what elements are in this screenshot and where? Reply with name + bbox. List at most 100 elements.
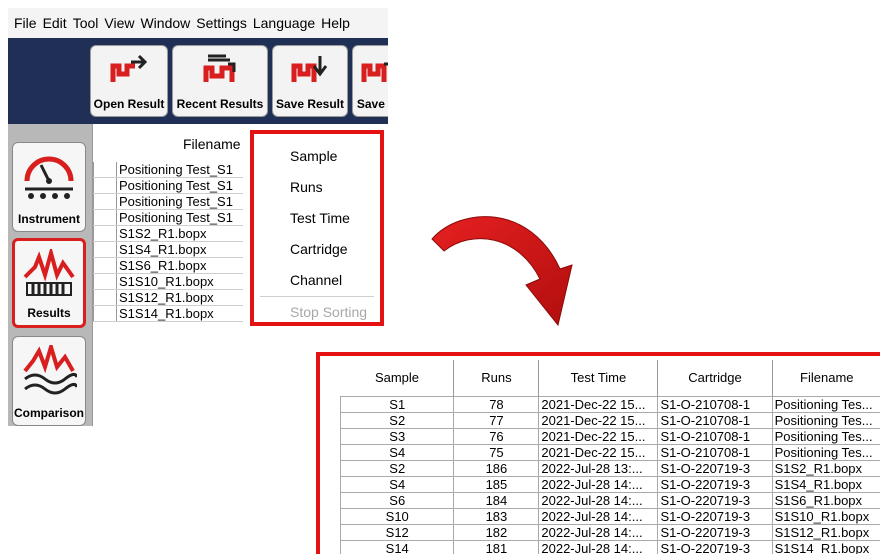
- list-item[interactable]: Positioning Test_S1: [93, 178, 243, 194]
- cell-cartridge: S1-O-220719-3: [657, 491, 773, 509]
- column-header-sample[interactable]: Sample: [340, 360, 455, 396]
- menu-tool[interactable]: Tool: [73, 15, 99, 31]
- menu-edit[interactable]: Edit: [43, 15, 67, 31]
- menu-settings[interactable]: Settings: [196, 15, 247, 31]
- cell-filename: S1S2_R1.bopx: [771, 459, 880, 477]
- sidebar-item-comparison[interactable]: Comparison: [12, 336, 86, 426]
- cell-test-time: 2022-Jul-28 14:...: [538, 475, 659, 493]
- list-item[interactable]: S1S2_R1.bopx: [93, 226, 243, 242]
- save-result-icon: [291, 56, 328, 82]
- file-name: Positioning Test_S1: [119, 194, 233, 209]
- sidebar: Instrument Results Comparison: [8, 124, 92, 426]
- cell-filename: Positioning Tes...: [771, 395, 880, 413]
- menu-item-runs[interactable]: Runs: [290, 179, 323, 195]
- list-item[interactable]: Positioning Test_S1: [93, 210, 243, 226]
- save-as-icon: [361, 62, 388, 82]
- menu-language[interactable]: Language: [253, 15, 315, 31]
- cell-test-time: 2022-Jul-28 14:...: [538, 491, 659, 509]
- list-item[interactable]: S1S10_R1.bopx: [93, 274, 243, 290]
- cell-sample: S4: [339, 475, 455, 493]
- cell-sample: S10: [339, 507, 455, 525]
- cell-runs: 185: [453, 475, 540, 493]
- list-item[interactable]: S1S4_R1.bopx: [93, 242, 243, 258]
- cell-filename: Positioning Tes...: [771, 443, 880, 461]
- instrument-gauge-icon: [24, 156, 74, 199]
- cell-cartridge: S1-O-210708-1: [657, 411, 773, 429]
- column-header-cartridge[interactable]: Cartridge: [657, 360, 773, 396]
- column-header-test-time[interactable]: Test Time: [538, 360, 659, 396]
- cell-sample: S4: [339, 443, 455, 461]
- sort-context-menu: Sample Runs Test Time Cartridge Channel …: [250, 130, 384, 326]
- file-name: S1S2_R1.bopx: [119, 226, 207, 241]
- save-as-button[interactable]: Save As: [352, 45, 388, 117]
- comparison-waves-icon: [23, 345, 77, 395]
- list-item[interactable]: S1S14_R1.bopx: [93, 306, 243, 322]
- list-item[interactable]: Positioning Test_S1: [93, 194, 243, 210]
- cell-test-time: 2021-Dec-22 15...: [538, 395, 659, 413]
- save-as-label: Save As: [356, 97, 388, 111]
- cell-cartridge: S1-O-220719-3: [657, 539, 773, 554]
- cell-runs: 186: [453, 459, 540, 477]
- sidebar-item-results[interactable]: Results: [12, 238, 86, 328]
- table-row[interactable]: S2 77 2021-Dec-22 15... S1-O-210708-1 Positi…: [339, 411, 880, 429]
- file-list: Positioning Test_S1 Positioning Test_S1 …: [93, 162, 243, 322]
- cell-sample: S1: [339, 395, 455, 413]
- file-name: S1S4_R1.bopx: [119, 242, 207, 257]
- table-row[interactable]: S3 76 2021-Dec-22 15... S1-O-210708-1 Positi…: [339, 427, 880, 445]
- file-name: S1S6_R1.bopx: [119, 258, 207, 273]
- table-row[interactable]: S6 184 2022-Jul-28 14:... S1-O-220719-3 S1S6…: [339, 491, 880, 509]
- cell-filename: S1S14_R1.bopx: [771, 539, 880, 554]
- menu-file[interactable]: File: [14, 15, 37, 31]
- menu-item-test-time[interactable]: Test Time: [290, 210, 350, 226]
- save-result-button[interactable]: Save Result: [272, 45, 348, 117]
- table-row[interactable]: S12 182 2022-Jul-28 14:... S1-O-220719-3 S1S…: [339, 523, 880, 541]
- sidebar-item-instrument[interactable]: Instrument: [12, 142, 86, 232]
- table-row[interactable]: S1 78 2021-Dec-22 15... S1-O-210708-1 Positi…: [339, 395, 880, 413]
- cell-sample: S6: [339, 491, 455, 509]
- table-row[interactable]: S4 185 2022-Jul-28 14:... S1-O-220719-3 S1S4…: [339, 475, 880, 493]
- cell-runs: 182: [453, 523, 540, 541]
- column-header-runs[interactable]: Runs: [453, 360, 540, 396]
- table-row[interactable]: S14 181 2022-Jul-28 14:... S1-O-220719-3 S1S…: [339, 539, 880, 554]
- table-row[interactable]: S4 75 2021-Dec-22 15... S1-O-210708-1 Positi…: [339, 443, 880, 461]
- menu-view[interactable]: View: [104, 15, 134, 31]
- menubar: File Edit Tool View Window Settings Lang…: [8, 8, 388, 38]
- cell-runs: 77: [453, 411, 540, 429]
- menu-item-cartridge[interactable]: Cartridge: [290, 241, 348, 257]
- file-name: S1S14_R1.bopx: [119, 306, 214, 321]
- recent-results-button[interactable]: Recent Results: [172, 45, 268, 117]
- open-result-button[interactable]: Open Result: [90, 45, 168, 117]
- column-header-filename[interactable]: Filename: [772, 360, 880, 396]
- cell-runs: 181: [453, 539, 540, 554]
- menu-separator: [260, 296, 374, 297]
- list-item[interactable]: S1S12_R1.bopx: [93, 290, 243, 306]
- menu-item-channel[interactable]: Channel: [290, 272, 342, 288]
- menu-window[interactable]: Window: [140, 15, 190, 31]
- menu-help[interactable]: Help: [321, 15, 350, 31]
- file-name: S1S10_R1.bopx: [119, 274, 214, 289]
- cell-cartridge: S1-O-220719-3: [657, 459, 773, 477]
- cell-test-time: 2022-Jul-28 14:...: [538, 507, 659, 525]
- cell-sample: S3: [339, 427, 455, 445]
- menu-item-sample[interactable]: Sample: [290, 148, 337, 164]
- list-item[interactable]: S1S6_R1.bopx: [93, 258, 243, 274]
- cell-filename: S1S6_R1.bopx: [771, 491, 880, 509]
- recent-results-label: Recent Results: [176, 97, 264, 111]
- cell-filename: S1S4_R1.bopx: [771, 475, 880, 493]
- cell-test-time: 2022-Jul-28 14:...: [538, 523, 659, 541]
- cell-sample: S2: [339, 411, 455, 429]
- cell-filename: Positioning Tes...: [771, 427, 880, 445]
- sidebar-item-results-label: Results: [27, 306, 71, 320]
- cell-runs: 78: [453, 395, 540, 413]
- sorted-results-table: Sample Runs Test Time Cartridge Filename…: [316, 352, 880, 554]
- table-row[interactable]: S10 183 2022-Jul-28 14:... S1-O-220719-3 S1S…: [339, 507, 880, 525]
- sidebar-item-comparison-label: Comparison: [13, 406, 84, 420]
- list-item[interactable]: Positioning Test_S1: [93, 162, 243, 178]
- filename-column-header[interactable]: Filename: [183, 136, 241, 152]
- menu-item-stop-sorting: Stop Sorting: [290, 304, 368, 320]
- file-name: Positioning Test_S1: [119, 162, 233, 177]
- table-row[interactable]: S2 186 2022-Jul-28 13:... S1-O-220719-3 S1S2…: [339, 459, 880, 477]
- cell-sample: S14: [339, 539, 455, 554]
- sidebar-item-instrument-label: Instrument: [17, 212, 80, 226]
- cell-runs: 184: [453, 491, 540, 509]
